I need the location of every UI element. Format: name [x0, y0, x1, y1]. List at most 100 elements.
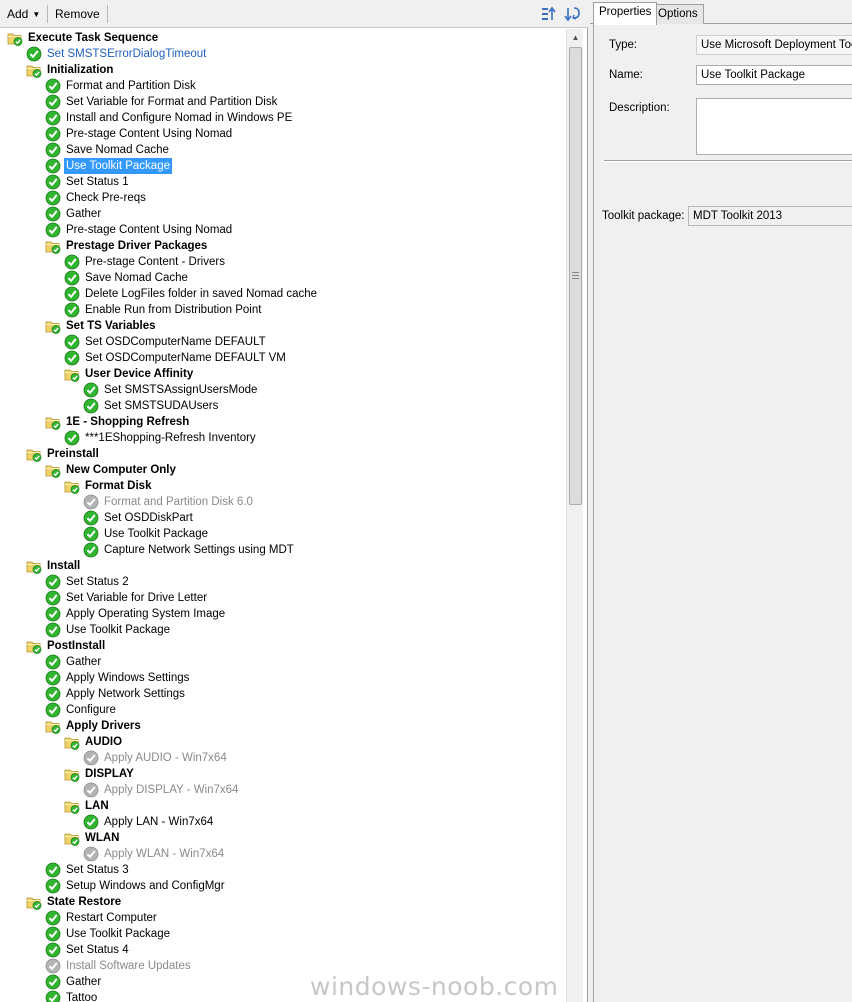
tree-item-label: Set SMSTSUDAUsers [104, 400, 219, 412]
tree-step-item[interactable]: Use Toolkit Package [45, 158, 566, 174]
green-check-icon [45, 126, 61, 142]
task-sequence-tree[interactable]: Execute Task Sequence Set SMSTSErrorDialo… [0, 29, 566, 1002]
move-down-icon[interactable] [564, 6, 580, 22]
tree-step-item[interactable]: Set OSDDiskPart [83, 510, 566, 526]
tree-item-label: Set SMSTSAssignUsersMode [104, 384, 258, 396]
tree-step-item[interactable]: Use Toolkit Package [45, 622, 566, 638]
tree-step-item[interactable]: Set Status 1 [45, 174, 566, 190]
tree-group-item[interactable]: Apply Drivers [45, 718, 566, 734]
tree-group-item[interactable]: AUDIO [64, 734, 566, 750]
tree-group-item[interactable]: LAN [64, 798, 566, 814]
tree-step-item[interactable]: Apply LAN - Win7x64 [83, 814, 566, 830]
remove-button[interactable]: Remove [55, 7, 100, 21]
tree-item-label: State Restore [47, 896, 122, 908]
green-check-icon [83, 510, 99, 526]
tree-step-item[interactable]: Save Nomad Cache [64, 270, 566, 286]
tree-step-item[interactable]: Set SMSTSAssignUsersMode [83, 382, 566, 398]
tree-step-item[interactable]: Format and Partition Disk [45, 78, 566, 94]
green-check-icon [45, 862, 61, 878]
tree-group-item[interactable]: Install [26, 558, 566, 574]
scroll-up-icon[interactable]: ▲ [567, 29, 584, 46]
tree-item-label: Use Toolkit Package [104, 528, 208, 540]
tree-group-item[interactable]: State Restore [26, 894, 566, 910]
tree-group-item[interactable]: User Device Affinity [64, 366, 566, 382]
tree-step-item[interactable]: Delete LogFiles folder in saved Nomad ca… [64, 286, 566, 302]
tree-item-label: Set OSDDiskPart [104, 512, 193, 524]
tab-options[interactable]: Options [652, 4, 704, 24]
tree-step-item[interactable]: Set Status 4 [45, 942, 566, 958]
tree-item-label: Pre-stage Content Using Nomad [66, 128, 233, 140]
properties-pane: Properties Options Type: Use Microsoft D… [590, 0, 852, 1002]
tree-step-item[interactable]: Set Status 2 [45, 574, 566, 590]
tree-step-item[interactable]: Apply Windows Settings [45, 670, 566, 686]
tree-step-item[interactable]: Apply DISPLAY - Win7x64 [83, 782, 566, 798]
tree-item-label: Install and Configure Nomad in Windows P… [66, 112, 293, 124]
tree-item-label: Gather [66, 656, 102, 668]
tree-step-item[interactable]: Configure [45, 702, 566, 718]
tree-step-item[interactable]: Pre-stage Content Using Nomad [45, 222, 566, 238]
tree-item-label: Use Toolkit Package [64, 158, 172, 174]
tree-group-item[interactable]: 1E - Shopping Refresh [45, 414, 566, 430]
tree-step-item[interactable]: Apply WLAN - Win7x64 [83, 846, 566, 862]
tree-step-item[interactable]: Gather [45, 206, 566, 222]
grey-check-icon [83, 494, 99, 510]
tree-group-item[interactable]: Set TS Variables [45, 318, 566, 334]
toolkit-package-field[interactable]: MDT Toolkit 2013 [688, 206, 852, 226]
description-field[interactable] [696, 98, 852, 155]
move-up-icon[interactable] [541, 6, 557, 22]
tree-step-item[interactable]: Gather [45, 654, 566, 670]
tree-step-item[interactable]: Set SMSTSUDAUsers [83, 398, 566, 414]
tree-step-item[interactable]: Set OSDComputerName DEFAULT [64, 334, 566, 350]
name-field[interactable]: Use Toolkit Package [696, 65, 852, 85]
tree-step-item[interactable]: Use Toolkit Package [83, 526, 566, 542]
tree-item-label: Set Status 2 [66, 576, 129, 588]
tree-item-label: Setup Windows and ConfigMgr [66, 880, 225, 892]
tree-group-item[interactable]: Preinstall [26, 446, 566, 462]
tree-step-item[interactable]: Pre-stage Content Using Nomad [45, 126, 566, 142]
add-menu-button[interactable]: Add ▼ [7, 7, 40, 21]
tree-step-item[interactable]: Enable Run from Distribution Point [64, 302, 566, 318]
tree-group-item[interactable]: Initialization [26, 62, 566, 78]
tree-step-item[interactable]: Apply Network Settings [45, 686, 566, 702]
tree-step-item[interactable]: Check Pre-reqs [45, 190, 566, 206]
tree-item-label: Apply Drivers [66, 720, 141, 732]
green-check-icon [45, 926, 61, 942]
tree-item-label: Set Variable for Format and Partition Di… [66, 96, 278, 108]
tree-step-item[interactable]: ***1EShopping-Refresh Inventory [64, 430, 566, 446]
tree-step-item[interactable]: Set OSDComputerName DEFAULT VM [64, 350, 566, 366]
tree-step-item[interactable]: Apply AUDIO - Win7x64 [83, 750, 566, 766]
green-check-icon [64, 286, 80, 302]
green-check-icon [45, 686, 61, 702]
tree-step-item[interactable]: Apply Operating System Image [45, 606, 566, 622]
tree-step-item[interactable]: Use Toolkit Package [45, 926, 566, 942]
folder-check-icon [64, 734, 80, 750]
properties-panel: Type: Use Microsoft Deployment Toolkit P… [593, 24, 852, 1002]
description-label: Description: [609, 102, 670, 114]
grey-check-icon [83, 750, 99, 766]
tree-step-item[interactable]: Restart Computer [45, 910, 566, 926]
tree-step-item[interactable]: Save Nomad Cache [45, 142, 566, 158]
tree-step-item[interactable]: Set SMSTSErrorDialogTimeout [26, 46, 566, 62]
tree-group-item[interactable]: New Computer Only [45, 462, 566, 478]
tab-properties[interactable]: Properties [593, 2, 658, 25]
tree-group-item[interactable]: DISPLAY [64, 766, 566, 782]
tree-group-item[interactable]: PostInstall [26, 638, 566, 654]
tree-group-item[interactable]: Format Disk [64, 478, 566, 494]
tree-step-item[interactable]: Install and Configure Nomad in Windows P… [45, 110, 566, 126]
tree-group-item[interactable]: WLAN [64, 830, 566, 846]
tree-step-item[interactable]: Capture Network Settings using MDT [83, 542, 566, 558]
scrollbar-thumb[interactable] [569, 47, 582, 505]
tree-item-label: Check Pre-reqs [66, 192, 146, 204]
tree-step-item[interactable]: Format and Partition Disk 6.0 [83, 494, 566, 510]
vertical-scrollbar[interactable]: ▲ [566, 29, 583, 1002]
watermark: windows-noob.com [310, 972, 559, 1001]
tree-group-item[interactable]: Execute Task Sequence [7, 30, 566, 46]
tree-step-item[interactable]: Set Status 3 [45, 862, 566, 878]
tree-step-item[interactable]: Set Variable for Drive Letter [45, 590, 566, 606]
tree-step-item[interactable]: Pre-stage Content - Drivers [64, 254, 566, 270]
tree-group-item[interactable]: Prestage Driver Packages [45, 238, 566, 254]
tree-item-label: Set SMSTSErrorDialogTimeout [47, 48, 207, 60]
tree-step-item[interactable]: Setup Windows and ConfigMgr [45, 878, 566, 894]
tree-step-item[interactable]: Set Variable for Format and Partition Di… [45, 94, 566, 110]
tree-item-label: New Computer Only [66, 464, 176, 476]
